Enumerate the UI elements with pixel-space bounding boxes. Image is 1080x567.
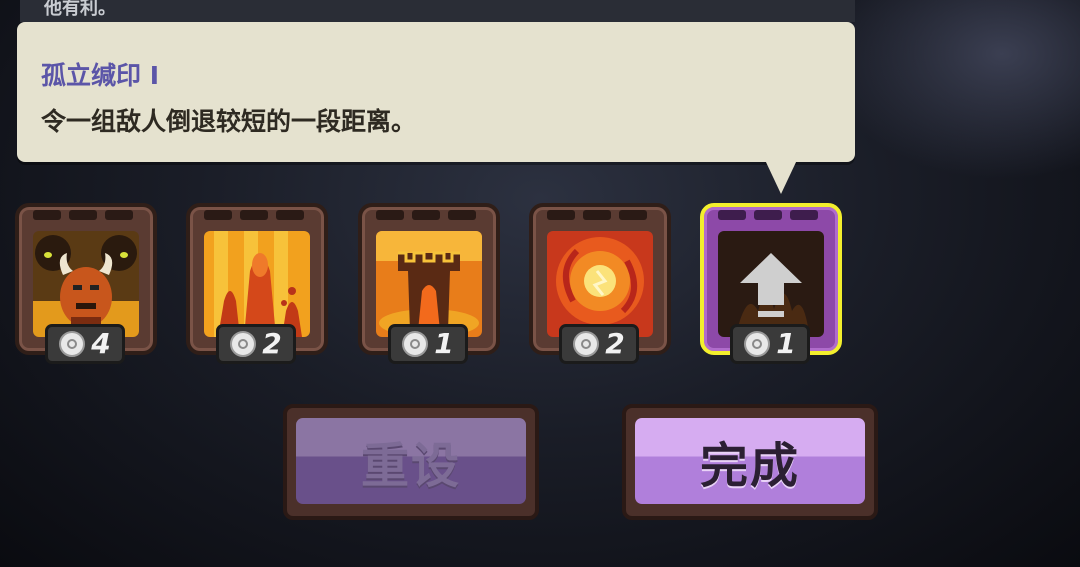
demon-portrait-icon [33, 231, 139, 337]
tooltip-pointer [765, 160, 797, 194]
cost-badge: 1 [388, 324, 468, 364]
upgrade-slot-lava-spires[interactable]: 2 [186, 203, 328, 364]
upgrade-arrow-icon [718, 231, 824, 337]
cost-badge: 2 [216, 324, 296, 364]
upgrade-tooltip: 孤立缄印 I 令一组敌人倒退较短的一段距离。 [17, 22, 855, 194]
done-button[interactable]: 完成 [622, 404, 878, 520]
cost-badge: 2 [559, 324, 639, 364]
upgrade-point-icon [230, 331, 257, 357]
upgrade-slot-selected[interactable]: 1 [700, 203, 842, 364]
cost-value: 4 [91, 327, 111, 360]
upgrade-slot-fire-tower[interactable]: 1 [358, 203, 500, 364]
background-smoke [820, 0, 1080, 180]
tooltip-description: 令一组敌人倒退较短的一段距离。 [41, 107, 417, 136]
done-button-face: 完成 [635, 418, 865, 504]
previous-text: 他有利。 [44, 0, 116, 19]
cost-value: 2 [605, 327, 625, 360]
upgrade-point-icon [573, 331, 600, 357]
upgrade-point-icon [744, 331, 771, 357]
tooltip-title: 孤立缄印 I [41, 61, 160, 90]
upgrade-point-icon [59, 331, 86, 357]
cost-badge: 1 [730, 324, 810, 364]
upgrade-slot-demon[interactable]: 4 [15, 203, 157, 364]
done-button-label: 完成 [699, 438, 800, 494]
fire-tower-icon [376, 231, 482, 337]
reset-button-face: 重设 [296, 418, 526, 504]
upgrade-point-icon [402, 331, 429, 357]
previous-text-strip: 他有利。 [20, 0, 855, 22]
cost-value: 1 [776, 327, 796, 360]
cost-value: 1 [434, 327, 454, 360]
fire-orb-icon [547, 231, 653, 337]
cost-badge: 4 [45, 324, 125, 364]
upgrade-slot-fire-orb[interactable]: 2 [529, 203, 671, 364]
cost-value: 2 [262, 327, 282, 360]
lava-spires-icon [204, 231, 310, 337]
reset-button[interactable]: 重设 [283, 404, 539, 520]
reset-button-label: 重设 [360, 438, 461, 494]
